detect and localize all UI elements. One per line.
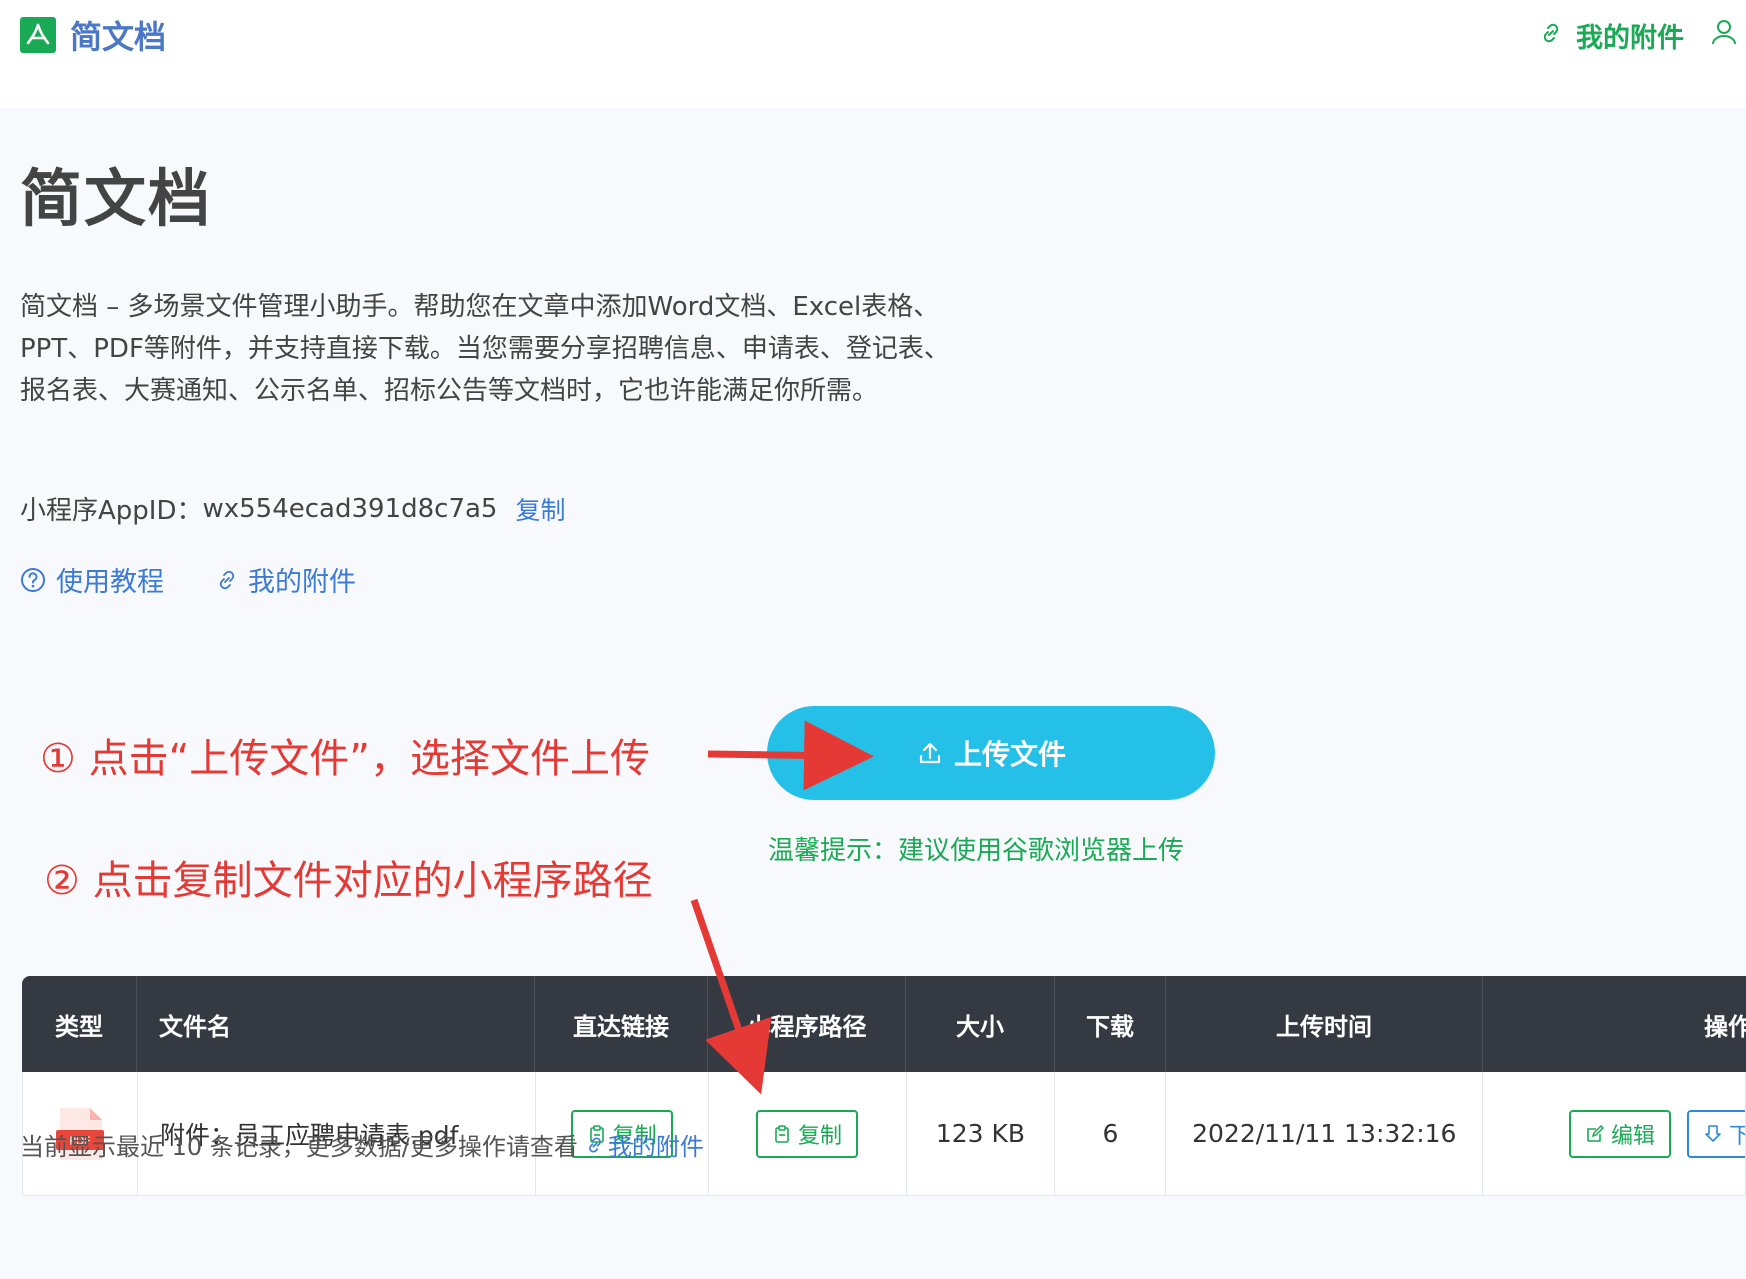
download-count: 6 bbox=[1055, 1072, 1167, 1195]
footer-link-label: 我的附件 bbox=[607, 1133, 704, 1161]
upload-file-button[interactable]: 上传文件 bbox=[767, 706, 1215, 800]
annotation-step-2: ② 点击复制文件对应的小程序路径 bbox=[44, 858, 653, 904]
header-actions: 操作 bbox=[1483, 976, 1746, 1072]
appid-copy-link[interactable]: 复制 bbox=[515, 491, 565, 527]
mini-path-cell: 复制 bbox=[709, 1072, 907, 1195]
header-size: 大小 bbox=[906, 976, 1055, 1072]
appid-row: 小程序AppID： wx554ecad391d8c7a5 复制 bbox=[20, 490, 566, 527]
appid-label: 小程序AppID： bbox=[20, 496, 203, 526]
quick-links: 使用教程 我的附件 bbox=[20, 560, 408, 599]
clipboard-icon bbox=[772, 1124, 792, 1144]
link-icon bbox=[1540, 20, 1562, 51]
header-actions-label: 操作 bbox=[1704, 1012, 1746, 1041]
top-bar: 简文档 我的附件 bbox=[0, 0, 1746, 108]
help-circle-icon bbox=[20, 567, 46, 593]
header-type: 类型 bbox=[22, 976, 137, 1072]
header-direct-link: 直达链接 bbox=[535, 976, 708, 1072]
pdf-logo-icon bbox=[20, 17, 56, 53]
page-title: 简文档 bbox=[20, 162, 213, 235]
page-description: 简文档 – 多场景文件管理小助手。帮助您在文章中添加Word文档、Excel表格… bbox=[20, 292, 950, 406]
edit-button[interactable]: 编辑 bbox=[1568, 1109, 1671, 1158]
table-header: 类型 文件名 直达链接 小程序路径 大小 下载 上传时间 操作 bbox=[22, 976, 1746, 1072]
main-content: 简文档 简文档 – 多场景文件管理小助手。帮助您在文章中添加Word文档、Exc… bbox=[0, 108, 1746, 1279]
upload-file-label: 上传文件 bbox=[953, 738, 1066, 771]
user-icon[interactable] bbox=[1710, 18, 1738, 46]
my-attachments-link-label: 我的附件 bbox=[248, 567, 356, 598]
actions-cell: 编辑 下载 bbox=[1483, 1072, 1746, 1195]
header-mini-path: 小程序路径 bbox=[708, 976, 906, 1072]
header-upload-time: 上传时间 bbox=[1166, 976, 1483, 1072]
footer-note-text: 当前显示最近 10 条记录，更多数据/更多操作请查看 bbox=[20, 1133, 578, 1161]
footer-my-attachments-link[interactable]: 我的附件 bbox=[586, 1127, 704, 1162]
copy-mini-path-button[interactable]: 复制 bbox=[756, 1109, 859, 1158]
header-my-attachments-label: 我的附件 bbox=[1576, 23, 1684, 54]
download-button[interactable]: 下载 bbox=[1687, 1109, 1746, 1158]
upload-icon bbox=[916, 739, 944, 767]
download-label: 下载 bbox=[1729, 1118, 1745, 1150]
brand[interactable]: 简文档 bbox=[20, 12, 166, 58]
download-icon bbox=[1703, 1124, 1723, 1144]
appid-value: wx554ecad391d8c7a5 bbox=[202, 493, 498, 524]
actions-group: 编辑 下载 bbox=[1568, 1109, 1746, 1158]
copy-mini-path-label: 复制 bbox=[798, 1123, 843, 1149]
files-table: 类型 文件名 直达链接 小程序路径 大小 下载 上传时间 操作 PDF 附件：员… bbox=[22, 976, 1746, 1196]
link-icon bbox=[586, 1136, 604, 1154]
edit-label: 编辑 bbox=[1610, 1123, 1655, 1149]
header-my-attachments-link[interactable]: 我的附件 bbox=[1540, 16, 1684, 55]
my-attachments-link[interactable]: 我的附件 bbox=[216, 560, 356, 599]
upload-tip: 温馨提示：建议使用谷歌浏览器上传 bbox=[768, 836, 1185, 866]
brand-name: 简文档 bbox=[70, 18, 167, 56]
edit-icon bbox=[1585, 1124, 1605, 1144]
tutorial-link-label: 使用教程 bbox=[56, 567, 164, 598]
upload-time: 2022/11/11 13:32:16 bbox=[1166, 1072, 1484, 1195]
link-icon bbox=[216, 569, 238, 591]
header-filename: 文件名 bbox=[137, 976, 535, 1072]
header-downloads: 下载 bbox=[1055, 976, 1166, 1072]
file-size: 123 KB bbox=[907, 1072, 1056, 1195]
annotation-step-1: ① 点击“上传文件”，选择文件上传 bbox=[40, 736, 651, 782]
footer-note: 当前显示最近 10 条记录，更多数据/更多操作请查看 我的附件 bbox=[20, 1127, 704, 1162]
tutorial-link[interactable]: 使用教程 bbox=[20, 560, 164, 599]
